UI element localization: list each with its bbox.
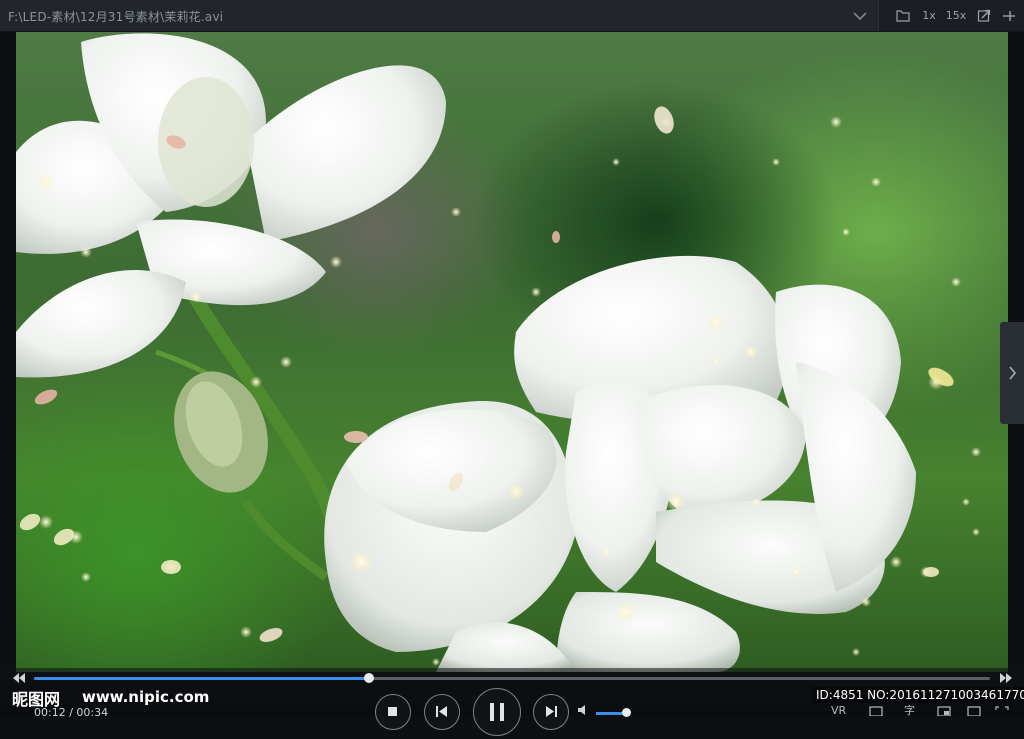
stop-icon (388, 707, 397, 716)
mini-mode-icon[interactable] (936, 706, 952, 716)
subtitle-icon[interactable]: 字 (904, 705, 915, 716)
video-frame[interactable] (16, 32, 1008, 672)
seek-bar-handle[interactable] (364, 673, 374, 683)
volume-icon[interactable] (577, 704, 591, 716)
jasmine-flower-image (16, 33, 981, 672)
chevron-right-icon (1009, 366, 1016, 380)
fullscreen-icon[interactable] (994, 706, 1010, 716)
chevron-down-icon[interactable] (852, 9, 868, 23)
window-mode-icon[interactable] (966, 706, 982, 716)
next-button[interactable] (533, 694, 569, 730)
screenshot-icon[interactable] (868, 706, 884, 716)
seek-bar-progress (34, 677, 369, 680)
step-forward-icon[interactable] (999, 673, 1013, 683)
speed-1x-button[interactable]: 1x (921, 7, 937, 24)
stop-button[interactable] (375, 694, 411, 730)
vr-icon[interactable]: VR (831, 705, 846, 716)
title-bar: F:\LED-素材\12月31号素材\茉莉花.avi 1x 15x (0, 0, 1024, 32)
watermark-url: www.nipic.com (82, 688, 210, 706)
speed-15x-button[interactable]: 15x (945, 7, 967, 24)
side-panel-toggle[interactable] (1000, 322, 1024, 424)
skip-next-icon (546, 706, 557, 717)
file-path-title: F:\LED-素材\12月31号素材\茉莉花.avi (8, 10, 224, 24)
pause-button[interactable] (473, 688, 521, 736)
pin-icon[interactable] (1001, 7, 1017, 24)
previous-button[interactable] (424, 694, 460, 730)
folder-icon[interactable] (896, 7, 910, 24)
export-icon[interactable] (977, 7, 991, 24)
toolbar: 1x 15x (878, 0, 1024, 31)
pause-icon (490, 703, 504, 721)
watermark-id: ID:4851 NO:20161127100346177000 (812, 687, 1024, 703)
skip-previous-icon (436, 706, 447, 717)
time-display: 00:12 / 00:34 (34, 706, 109, 719)
step-back-icon[interactable] (12, 673, 26, 683)
